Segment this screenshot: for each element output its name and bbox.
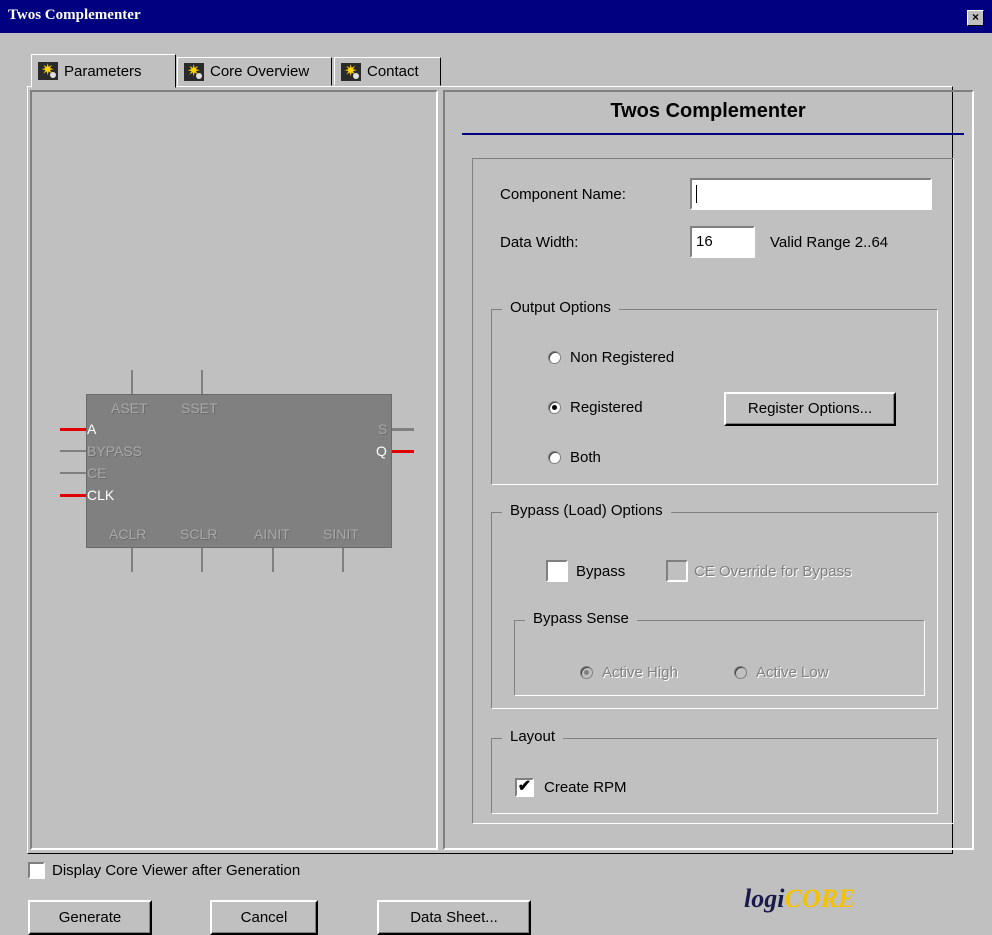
pin-label-bypass: BYPASS <box>87 443 142 459</box>
radio-label[interactable]: Both <box>570 449 601 466</box>
pin-line <box>60 494 86 497</box>
pin-line <box>342 548 344 572</box>
pin-label-ainit: AINIT <box>254 526 290 542</box>
checkbox-label[interactable]: Bypass <box>576 563 625 580</box>
pin-label-s: S <box>378 421 388 437</box>
radio-label[interactable]: Non Registered <box>570 349 674 366</box>
pin-line <box>60 450 86 452</box>
text-caret <box>696 185 697 204</box>
radio-both[interactable] <box>548 451 561 464</box>
pin-label-a: A <box>87 421 97 437</box>
xilinx-star-icon <box>184 61 204 81</box>
radio-active-high[interactable] <box>580 666 593 679</box>
component-name-label: Component Name: <box>500 186 626 203</box>
window-title: Twos Complementer <box>8 7 141 23</box>
tab-label: Parameters <box>64 62 142 80</box>
checkbox-label: CE Override for Bypass <box>694 563 852 580</box>
header-divider <box>462 133 964 135</box>
cancel-button[interactable]: Cancel <box>210 900 318 935</box>
bypass-checkbox[interactable] <box>546 560 568 582</box>
pin-label-ce: CE <box>87 465 107 481</box>
logo-text: CORE <box>784 884 856 913</box>
data-sheet-button[interactable]: Data Sheet... <box>377 900 531 935</box>
register-options-button[interactable]: Register Options... <box>724 392 896 426</box>
close-icon[interactable]: × <box>967 10 984 26</box>
create-rpm-checkbox[interactable]: ✔ <box>515 778 534 797</box>
pin-line <box>201 548 203 572</box>
pin-line <box>392 428 414 431</box>
checkbox-label[interactable]: Display Core Viewer after Generation <box>52 862 300 879</box>
layout-group: Layout <box>491 728 938 814</box>
title-bar: Twos Complementer × <box>0 0 992 33</box>
radio-label: Active Low <box>756 664 829 681</box>
pin-line <box>392 450 414 453</box>
bypass-sense-group: Bypass Sense <box>514 610 925 696</box>
xilinx-star-icon <box>341 61 361 81</box>
tab-label: Core Overview <box>210 63 310 80</box>
radio-active-low[interactable] <box>734 666 747 679</box>
pin-label-q: Q <box>376 443 387 459</box>
pin-line <box>131 548 133 572</box>
valid-range-label: Valid Range 2..64 <box>770 234 889 251</box>
page-title: Twos Complementer <box>610 100 806 122</box>
data-width-field[interactable]: 16 <box>690 226 755 258</box>
group-legend: Bypass Sense <box>525 610 637 627</box>
tab-contact[interactable]: Contact <box>334 57 441 86</box>
data-width-value: 16 <box>696 233 713 250</box>
tab-core-overview[interactable]: Core Overview <box>177 57 332 86</box>
display-viewer-checkbox[interactable] <box>28 862 45 879</box>
group-legend: Output Options <box>502 299 619 316</box>
radio-registered[interactable] <box>548 401 561 414</box>
pin-label-sclr: SCLR <box>180 526 218 542</box>
core-symbol <box>86 394 392 548</box>
ce-override-checkbox[interactable] <box>666 560 688 582</box>
logo-text: logi <box>744 884 785 913</box>
group-legend: Bypass (Load) Options <box>502 502 671 519</box>
pin-line <box>272 548 274 572</box>
pin-line <box>131 370 133 394</box>
radio-label[interactable]: Registered <box>570 399 643 416</box>
radio-non-registered[interactable] <box>548 351 561 364</box>
data-width-label: Data Width: <box>500 234 579 251</box>
generate-button[interactable]: Generate <box>28 900 152 935</box>
pin-label-sset: SSET <box>181 400 218 416</box>
group-legend: Layout <box>502 728 564 745</box>
pin-label-clk: CLK <box>87 487 115 503</box>
component-name-field[interactable] <box>690 178 932 210</box>
radio-label: Active High <box>602 664 678 681</box>
pin-line <box>60 472 86 474</box>
pin-line <box>60 428 86 431</box>
pin-label-aset: ASET <box>111 400 148 416</box>
pin-line <box>201 370 203 394</box>
tab-label: Contact <box>367 63 419 80</box>
logicore-logo: logiCORE <box>744 884 855 914</box>
pin-label-sinit: SINIT <box>323 526 359 542</box>
checkbox-label[interactable]: Create RPM <box>544 779 627 796</box>
xilinx-star-icon <box>38 60 58 80</box>
pin-label-aclr: ACLR <box>109 526 147 542</box>
tab-parameters[interactable]: Parameters <box>31 54 176 88</box>
